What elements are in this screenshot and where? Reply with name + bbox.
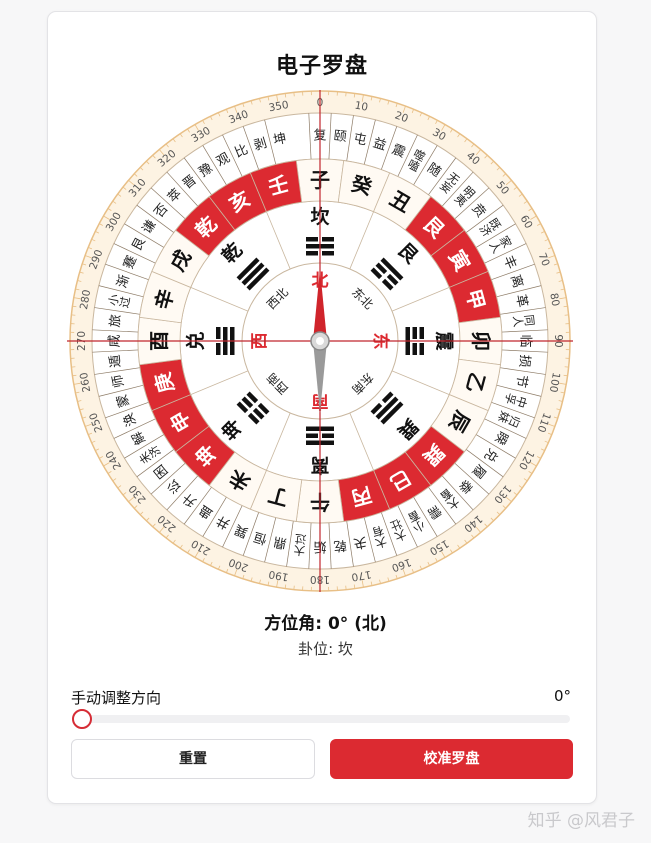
trigram-line <box>322 251 334 256</box>
degree-tick <box>353 584 356 589</box>
trigram-line <box>306 237 318 242</box>
trigram-line <box>216 327 221 339</box>
trigram-line <box>322 433 334 438</box>
hexagram-label: 颐 <box>333 129 347 145</box>
watermark: 知乎 @风君子 <box>527 811 635 831</box>
trigram-line <box>419 327 424 339</box>
trigram-line <box>412 343 417 355</box>
trigram-line <box>322 237 334 242</box>
trigram-line <box>306 251 318 256</box>
compass-dial[interactable]: 0102030405060708090100110120130140150160… <box>67 90 573 593</box>
azimuth-readout: 方位角: 0° (北) <box>264 614 387 634</box>
hexagram-label: 旅 <box>108 314 124 328</box>
hexagram-label: 乾 <box>333 537 347 553</box>
trigram-line <box>419 343 424 355</box>
degree-tick <box>72 305 77 308</box>
degree-tick <box>563 374 568 377</box>
degree-tick <box>284 584 287 589</box>
hexagram-label: 损 <box>516 354 532 368</box>
trigram-line <box>216 343 221 355</box>
manual-adjust-value: 0° <box>553 687 571 705</box>
degree-tick <box>284 93 287 98</box>
hexagram-label: 同人 <box>512 313 536 329</box>
degree-tick <box>353 93 356 98</box>
degree-label: 10 <box>354 100 369 114</box>
direction-slider-track[interactable] <box>80 715 570 723</box>
degree-tick <box>72 374 77 377</box>
trigram-line <box>306 433 318 438</box>
direction-slider-thumb[interactable] <box>72 709 92 729</box>
gua-readout: 卦位: 坎 <box>298 640 353 658</box>
needle-pivot-center <box>316 337 324 345</box>
reset-button[interactable]: 重置 <box>71 739 315 779</box>
degree-tick <box>563 305 568 308</box>
degree-label: 80 <box>547 292 561 307</box>
hexagram-label: 大过 <box>292 533 308 558</box>
hexagram-label: 遁 <box>108 354 124 368</box>
trigram-line <box>412 327 417 339</box>
manual-adjust-label: 手动调整方向 <box>71 689 162 707</box>
calibrate-button[interactable]: 校准罗盘 <box>330 739 573 779</box>
page-title: 电子罗盘 <box>275 54 368 79</box>
